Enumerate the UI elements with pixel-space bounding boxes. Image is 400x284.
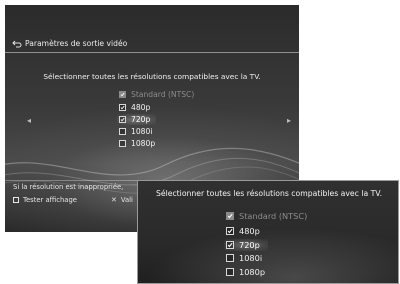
option-label: 1080i [131,127,153,136]
check-icon [120,92,125,97]
option-label: 480p [131,103,151,112]
check-icon [227,228,233,234]
checkbox-480p[interactable] [119,104,126,111]
option-standard-ntsc: Standard (NTSC) [119,90,194,99]
checkbox-1080i[interactable] [119,128,126,135]
nav-right-arrow-icon[interactable]: ▸ [287,116,291,125]
option-480p[interactable]: 480p [119,103,150,112]
screen-header: Paramètres de sortie vidéo [5,35,299,52]
option-label: Standard (NTSC) [239,211,308,221]
option-label: 1080p [239,267,266,277]
zoom-option-standard-ntsc: Standard (NTSC) [226,211,307,221]
checkbox-standard-ntsc [119,91,126,98]
check-icon [120,117,125,122]
zoom-option-720p[interactable]: 720p [224,239,268,251]
checkbox-1080p[interactable] [119,140,126,147]
zoom-option-1080i[interactable]: 1080i [226,253,262,263]
option-1080i[interactable]: 1080i [119,127,152,136]
zoom-checkbox-standard-ntsc [226,212,234,220]
page-title: Paramètres de sortie vidéo [25,39,128,48]
square-button-icon [13,197,19,203]
zoom-instruction-text: Sélectionner toutes les résolutions comp… [155,189,383,198]
test-display-button[interactable]: Tester affichage [13,196,77,204]
option-label: 480p [239,226,260,236]
option-label: 720p [131,115,151,124]
option-label: 1080p [131,139,156,148]
footer-note: Si la résolution est inappropriée, [13,183,124,191]
option-label: 1080i [239,253,263,263]
zoom-checkbox-1080p[interactable] [226,268,234,276]
zoom-checkbox-480p[interactable] [226,227,234,235]
option-label: Standard (NTSC) [131,90,195,99]
checkbox-720p[interactable] [119,116,126,123]
option-label: 720p [239,240,260,250]
zoom-option-480p[interactable]: 480p [226,226,260,236]
zoom-option-1080p[interactable]: 1080p [226,267,265,277]
zoom-checkbox-1080i[interactable] [226,254,234,262]
check-icon [227,242,233,248]
validate-button[interactable]: ✕ Vali [111,196,133,204]
zoom-checkbox-720p[interactable] [226,241,234,249]
nav-left-arrow-icon[interactable]: ◂ [27,116,31,125]
option-720p[interactable]: 720p [117,114,157,125]
instruction-text: Sélectionner toutes les résolutions comp… [43,72,261,81]
option-1080p[interactable]: 1080p [119,139,155,148]
zoomed-detail-panel: Sélectionner toutes les résolutions comp… [137,180,399,284]
check-icon [120,105,125,110]
cross-button-icon: ✕ [111,195,117,204]
back-arrow-icon [12,40,22,47]
validate-label: Vali [120,196,133,204]
check-icon [227,213,233,219]
header-divider [5,52,299,53]
test-display-label: Tester affichage [23,196,77,204]
